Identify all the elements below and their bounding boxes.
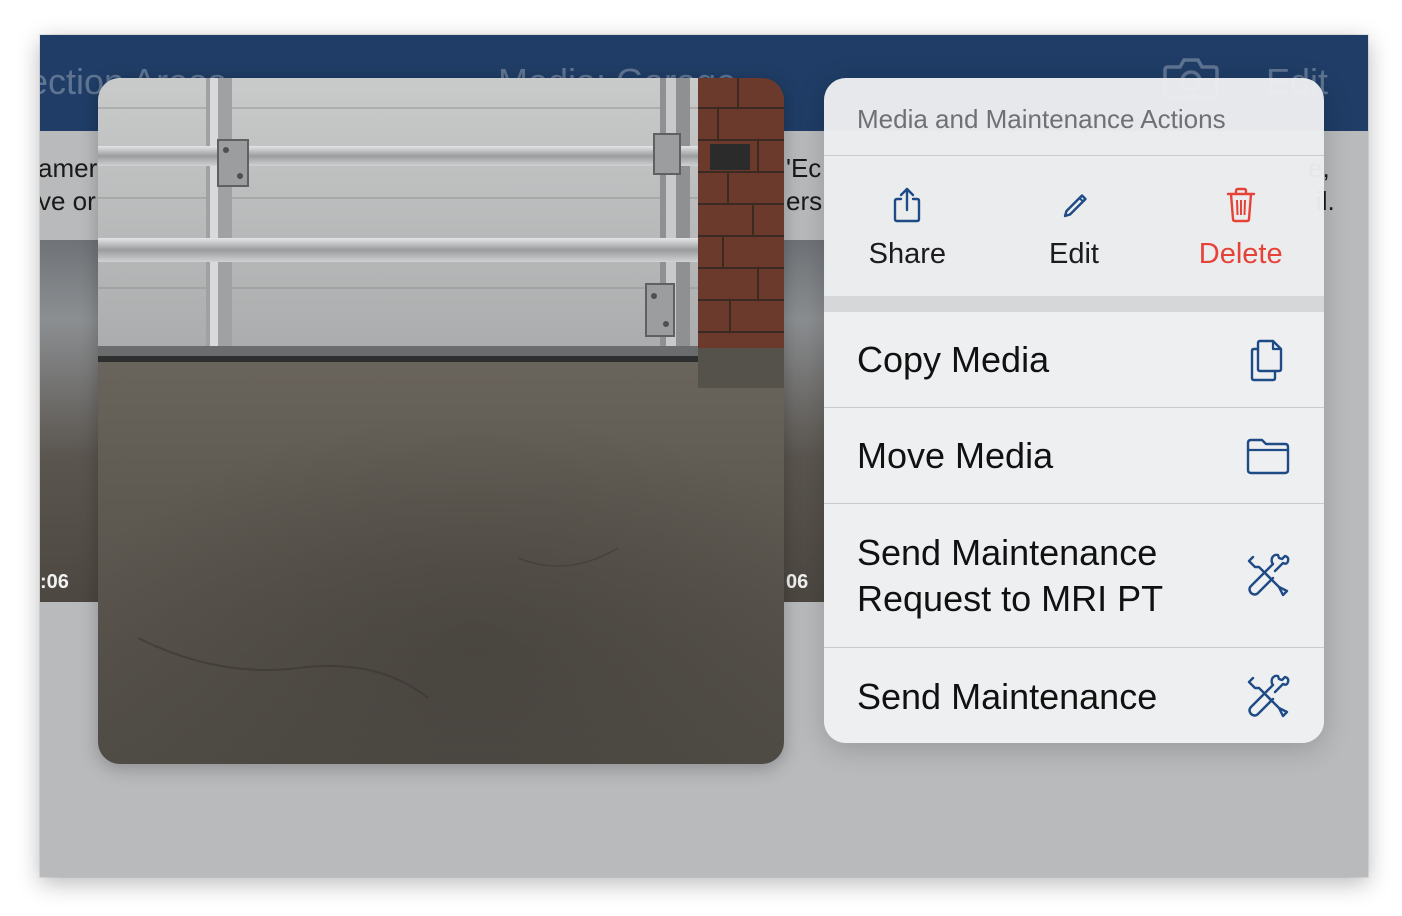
quick-actions: Share Edit Delete	[824, 156, 1324, 296]
send-maintenance-item[interactable]: Send Maintenance	[824, 648, 1324, 743]
edit-button[interactable]: Edit	[991, 186, 1158, 296]
send-maintenance-label: Send Maintenance	[857, 675, 1158, 717]
copy-media-label: Copy Media	[857, 338, 1050, 380]
tools-icon	[1247, 674, 1290, 717]
app-window: ection Areas Media: Garage Edit amer ve …	[40, 35, 1368, 877]
garage-photo	[98, 78, 784, 764]
copy-icon	[1250, 339, 1283, 381]
media-thumbnail[interactable]	[784, 240, 826, 602]
share-icon	[894, 187, 921, 223]
share-label: Share	[868, 238, 947, 270]
folder-icon	[1246, 438, 1290, 474]
tools-icon	[1247, 553, 1290, 596]
send-maintenance-request-label: Send Maintenance Request to MRI PT	[857, 531, 1164, 619]
background-text: ers	[786, 186, 823, 216]
move-media-item[interactable]: Move Media	[824, 408, 1324, 504]
delete-label: Delete	[1198, 238, 1283, 270]
background-text: ve or	[40, 186, 96, 216]
trash-icon	[1226, 187, 1255, 223]
video-duration: :06	[40, 571, 69, 593]
background-text: 'Ec	[786, 153, 822, 183]
send-maintenance-request-item[interactable]: Send Maintenance Request to MRI PT	[824, 504, 1324, 648]
context-menu: Media and Maintenance Actions Share Edit	[824, 78, 1324, 743]
copy-media-item[interactable]: Copy Media	[824, 312, 1324, 408]
menu-divider	[824, 296, 1324, 312]
share-button[interactable]: Share	[824, 186, 991, 296]
delete-button[interactable]: Delete	[1157, 186, 1324, 296]
video-duration: 06	[786, 571, 809, 593]
background-text: amer	[40, 153, 98, 183]
menu-header: Media and Maintenance Actions	[824, 78, 1324, 156]
edit-label: Edit	[1049, 238, 1099, 270]
move-media-label: Move Media	[857, 434, 1054, 476]
media-thumbnail[interactable]	[40, 240, 100, 602]
media-preview	[98, 78, 784, 764]
pencil-icon	[1063, 194, 1087, 218]
